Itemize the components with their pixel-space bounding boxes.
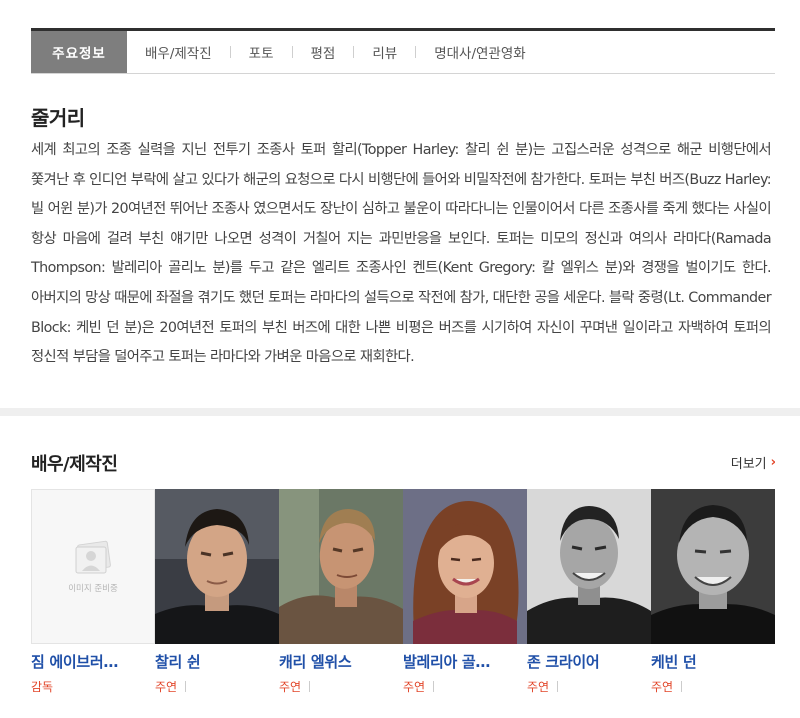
cast-card[interactable]: 이미지 준비중 짐 에이브러… 감독 bbox=[31, 489, 155, 699]
more-link[interactable]: 더보기 › bbox=[731, 453, 776, 472]
cast-card[interactable]: 발레리아 골… 주연 bbox=[403, 489, 527, 699]
synopsis-text: 세계 최고의 조종 실력을 지닌 전투기 조종사 토퍼 할리(Topper Ha… bbox=[31, 142, 772, 366]
tab-quotes-related[interactable]: 명대사/연관영화 bbox=[416, 31, 544, 73]
cast-name[interactable]: 캐리 엘위스 bbox=[279, 651, 403, 672]
cast-list: 이미지 준비중 짐 에이브러… 감독 찰리 쉰 주연 캐리 엘위스 주연 발레리… bbox=[31, 489, 776, 699]
cast-photo[interactable] bbox=[651, 489, 775, 644]
tab-bar: 주요정보 배우/제작진 포토 평점 리뷰 명대사/연관영화 bbox=[31, 28, 775, 74]
tab-rating[interactable]: 평점 bbox=[293, 31, 354, 73]
cast-role: 감독 bbox=[31, 680, 54, 694]
tab-review[interactable]: 리뷰 bbox=[354, 31, 415, 73]
cast-name[interactable]: 존 크라이어 bbox=[527, 651, 651, 672]
cast-photo[interactable] bbox=[279, 489, 403, 644]
cast-role: 주연 bbox=[651, 678, 775, 695]
actor-portrait-image bbox=[279, 489, 403, 644]
cast-card[interactable]: 케빈 던 주연 bbox=[651, 489, 775, 699]
cast-name[interactable]: 찰리 쉰 bbox=[155, 651, 279, 672]
cast-name[interactable]: 짐 에이브러… bbox=[31, 651, 155, 672]
cast-role: 주연 bbox=[403, 678, 527, 695]
cast-role: 주연 bbox=[155, 678, 279, 695]
actor-portrait-image bbox=[527, 489, 651, 644]
cast-card[interactable]: 캐리 엘위스 주연 bbox=[279, 489, 403, 699]
person-placeholder-icon bbox=[75, 540, 111, 573]
tab-main-info[interactable]: 주요정보 bbox=[31, 31, 127, 73]
actor-portrait-image bbox=[651, 489, 775, 644]
chevron-right-icon: › bbox=[770, 455, 776, 470]
cast-name[interactable]: 케빈 던 bbox=[651, 651, 775, 672]
more-label: 더보기 bbox=[730, 457, 767, 472]
cast-name[interactable]: 발레리아 골… bbox=[403, 651, 527, 672]
synopsis-title: 줄거리 bbox=[31, 106, 85, 130]
cast-card[interactable]: 찰리 쉰 주연 bbox=[155, 489, 279, 699]
placeholder-photo[interactable]: 이미지 준비중 bbox=[31, 489, 155, 644]
cast-card[interactable]: 존 크라이어 주연 bbox=[527, 489, 651, 699]
cast-section-title: 배우/제작진 bbox=[31, 454, 118, 475]
cast-role: 주연 bbox=[279, 678, 403, 695]
no-photo-label: 이미지 준비중 bbox=[68, 583, 118, 594]
cast-photo[interactable] bbox=[527, 489, 651, 644]
tab-photo[interactable]: 포토 bbox=[231, 31, 292, 73]
actor-portrait-image bbox=[403, 489, 527, 644]
actor-portrait-image bbox=[155, 489, 279, 644]
section-divider bbox=[0, 408, 800, 416]
cast-photo[interactable] bbox=[403, 489, 527, 644]
cast-role: 주연 bbox=[527, 678, 651, 695]
tab-cast-crew[interactable]: 배우/제작진 bbox=[127, 31, 230, 73]
cast-photo[interactable] bbox=[155, 489, 279, 644]
